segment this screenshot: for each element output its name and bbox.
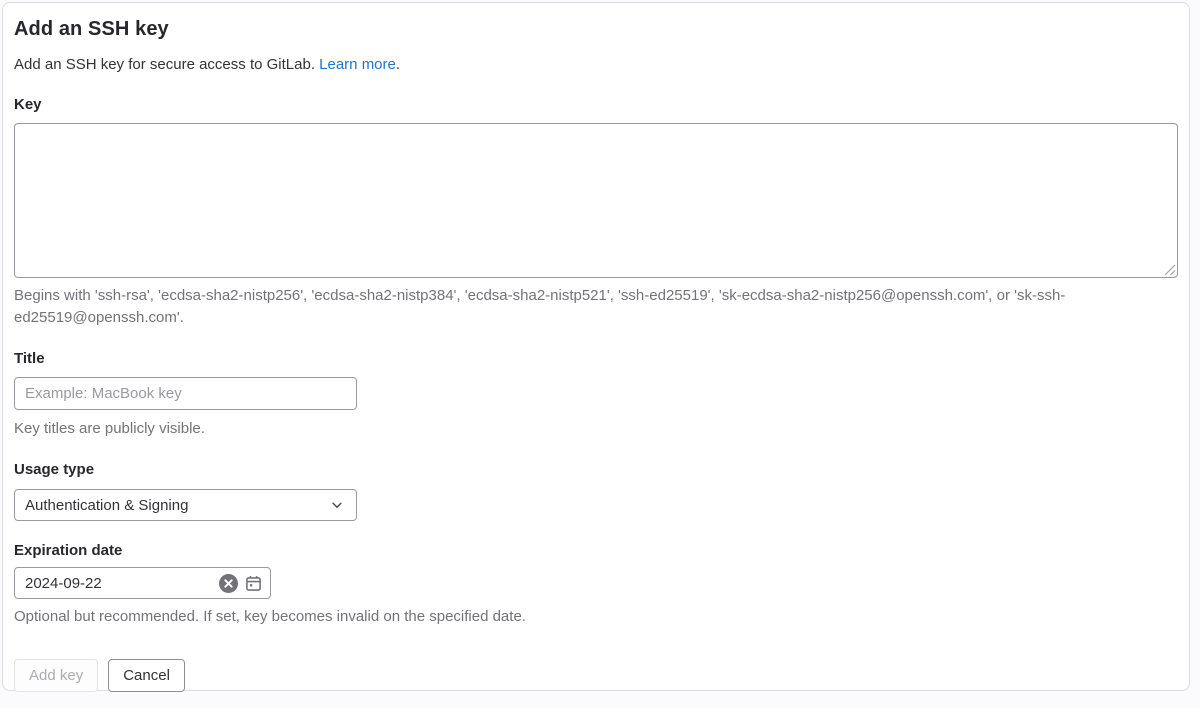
expiration-date-label: Expiration date xyxy=(14,541,1178,561)
page-description-text: Add an SSH key for secure access to GitL… xyxy=(14,56,315,73)
calendar-button[interactable] xyxy=(245,575,262,592)
add-ssh-key-card: Add an SSH key Add an SSH key for secure… xyxy=(2,2,1190,691)
expiration-help-text: Optional but recommended. If set, key be… xyxy=(14,606,1178,628)
page-description: Add an SSH key for secure access to GitL… xyxy=(14,55,1178,75)
title-label: Title xyxy=(14,349,1178,369)
key-label: Key xyxy=(14,95,1178,115)
x-circle-icon xyxy=(219,574,238,593)
cancel-button[interactable]: Cancel xyxy=(108,659,185,692)
form-actions: Add key Cancel xyxy=(14,659,1178,692)
usage-type-selected-value: Authentication & Signing xyxy=(25,497,188,514)
expiration-date-input[interactable] xyxy=(15,568,219,598)
clear-date-button[interactable] xyxy=(219,574,238,593)
ssh-key-textarea[interactable] xyxy=(14,123,1178,278)
chevron-down-icon xyxy=(330,498,344,512)
title-help-text: Key titles are publicly visible. xyxy=(14,418,1178,440)
page-title: Add an SSH key xyxy=(14,16,1178,42)
page-description-period: . xyxy=(396,56,400,73)
add-key-button[interactable]: Add key xyxy=(14,659,98,692)
key-textarea-wrap xyxy=(14,123,1178,278)
expiration-date-box xyxy=(14,567,271,599)
usage-type-select[interactable]: Authentication & Signing xyxy=(14,489,357,521)
usage-type-label: Usage type xyxy=(14,460,1178,480)
learn-more-link[interactable]: Learn more xyxy=(319,56,396,73)
title-input[interactable] xyxy=(14,377,357,410)
key-help-text: Begins with 'ssh-rsa', 'ecdsa-sha2-nistp… xyxy=(14,285,1180,329)
calendar-icon xyxy=(245,575,262,592)
